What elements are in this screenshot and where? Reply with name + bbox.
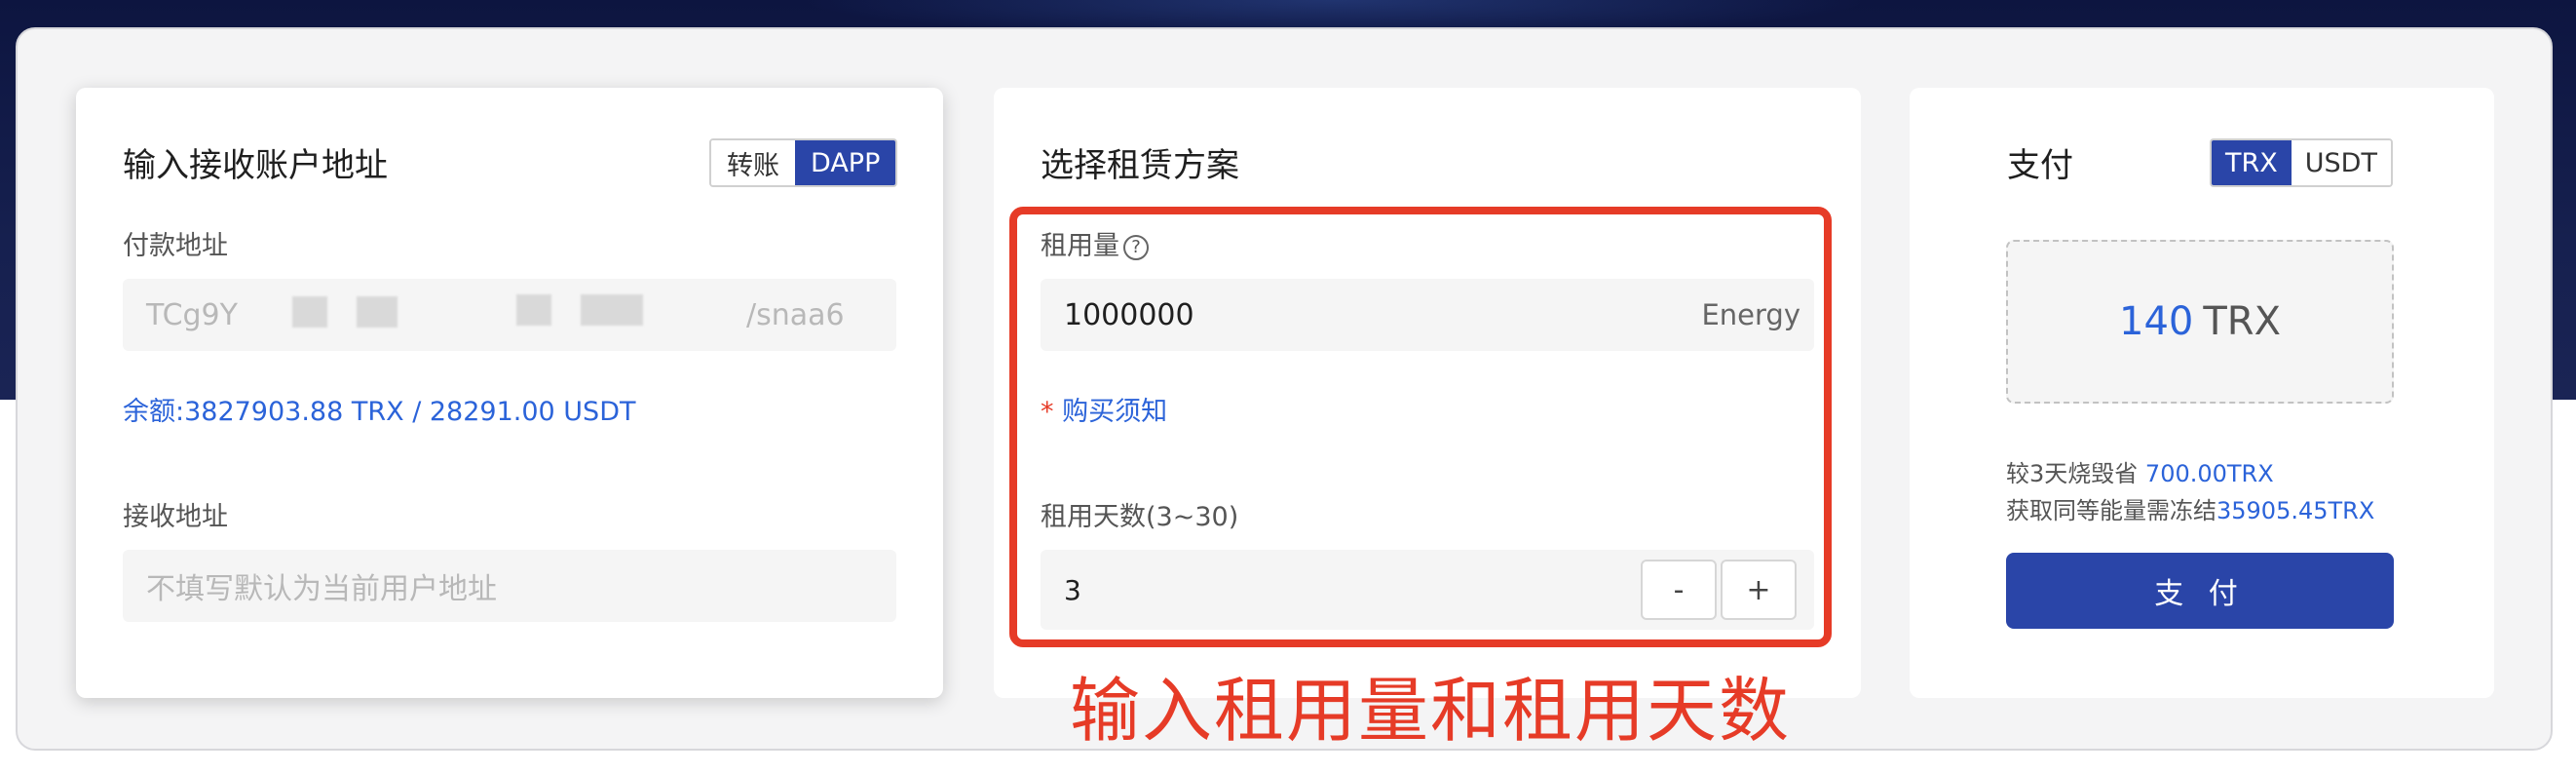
currency-usdt[interactable]: USDT [2291,140,2391,185]
payment-title: 支付 [2007,146,2073,185]
payer-address-field[interactable]: TCg9Y /snaa6 [123,279,896,351]
savings-prefix: 较3天烧毁省 [2006,460,2139,487]
currency-toggle: TRX USDT [2210,138,2393,187]
annotation-text: 输入租用量和租用天数 [1070,670,1792,752]
payer-address-start: TCg9Y [146,297,238,332]
payer-address-label: 付款地址 [123,231,228,261]
payer-address-end: /snaa6 [745,297,845,332]
balance-text: 余额:3827903.88 TRX / 28291.00 USDT [123,397,636,427]
redaction-block [516,294,551,326]
freeze-value: 35905.45TRX [2216,497,2375,524]
receiver-address-placeholder: 不填写默认为当前用户地址 [146,572,497,606]
receiver-address-label: 接收地址 [123,502,228,532]
payment-amount-box: 140 TRX [2006,240,2394,404]
toggle-dapp[interactable]: DAPP [795,140,896,185]
redaction-block [357,296,398,328]
freeze-prefix: 获取同等能量需冻结 [2006,497,2216,524]
transfer-mode-toggle: 转账 DAPP [709,138,898,187]
toggle-transfer[interactable]: 转账 [711,140,795,185]
freeze-info: 获取同等能量需冻结35905.45TRX [2006,491,2374,525]
account-card: 输入接收账户地址 转账 DAPP 付款地址 TCg9Y /snaa6 余额:38… [76,88,943,698]
redaction-block [292,296,327,328]
pay-button[interactable]: 支 付 [2006,553,2394,629]
payment-amount-number: 140 [2119,299,2194,344]
savings-info: 较3天烧毁省 700.00TRX [2006,454,2274,488]
payment-amount-unit: TRX [2203,299,2281,344]
highlight-box-annotation [1009,207,1832,647]
account-card-title: 输入接收账户地址 [123,146,388,185]
currency-trx[interactable]: TRX [2212,140,2292,185]
savings-value: 700.00TRX [2144,460,2274,487]
receiver-address-input[interactable]: 不填写默认为当前用户地址 [123,550,896,622]
rental-plan-title: 选择租赁方案 [1041,146,1239,185]
redaction-block [581,294,643,326]
